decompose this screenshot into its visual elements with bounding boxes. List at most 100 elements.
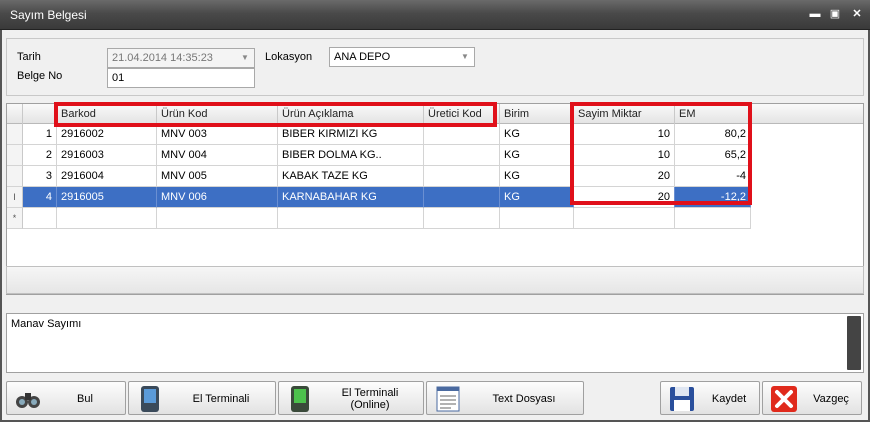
edit-row-indicator[interactable]: I	[7, 187, 23, 208]
close-icon[interactable]: ✕	[850, 7, 864, 21]
cell-aciklama[interactable]: KARNABAHAR KG	[278, 187, 424, 208]
col-barkod[interactable]: Barkod	[57, 104, 157, 124]
cell-aciklama[interactable]: BIBER KIRMIZI KG	[278, 124, 424, 145]
new-row-cell[interactable]	[675, 208, 751, 229]
terminal-label: El Terminali	[192, 393, 250, 405]
row-number: 4	[23, 187, 57, 208]
note-area[interactable]: Manav Sayımı	[6, 313, 864, 373]
row-indicator[interactable]	[7, 124, 23, 145]
cell-miktar-editing[interactable]: 20	[574, 187, 675, 208]
cell-em[interactable]: 80,2	[675, 124, 751, 145]
new-row-cell[interactable]	[23, 208, 57, 229]
cell-birim[interactable]: KG	[500, 124, 574, 145]
cell-barkod[interactable]: 2916002	[57, 124, 157, 145]
find-label: Bul	[77, 393, 93, 405]
cancel-button[interactable]: Vazgeç	[762, 381, 862, 415]
window-title: Sayım Belgesi	[10, 8, 87, 22]
cell-em[interactable]: -4	[675, 166, 751, 187]
location-value: ANA DEPO	[334, 51, 391, 63]
dropdown-arrow-icon[interactable]: ▼	[238, 51, 252, 65]
doc-no-field[interactable]: 01	[107, 68, 255, 88]
row-number: 1	[23, 124, 57, 145]
cancel-label: Vazgeç	[813, 393, 849, 405]
table-row[interactable]: 3 2916004 MNV 005 KABAK TAZE KG KG 20 -4	[7, 166, 751, 187]
cell-uretici[interactable]	[424, 145, 500, 166]
row-indicator[interactable]	[7, 166, 23, 187]
new-row-cell[interactable]	[278, 208, 424, 229]
cell-urun-kod[interactable]: MNV 005	[157, 166, 278, 187]
doc-no-value: 01	[112, 72, 125, 84]
new-row[interactable]: *	[7, 208, 751, 229]
location-label: Lokasyon	[265, 51, 313, 63]
col-sayim-miktar[interactable]: Sayim Miktar	[574, 104, 675, 124]
handheld-terminal-online-icon	[291, 386, 309, 412]
save-button[interactable]: Kaydet	[660, 381, 760, 415]
row-number: 2	[23, 145, 57, 166]
cell-em[interactable]: -12,2	[675, 187, 751, 208]
terminal-online-button[interactable]: El Terminali (Online)	[278, 381, 424, 415]
terminal-online-label-line1: El Terminali	[341, 387, 399, 399]
cell-barkod[interactable]: 2916004	[57, 166, 157, 187]
cell-em[interactable]: 65,2	[675, 145, 751, 166]
table-row[interactable]: 2 2916003 MNV 004 BIBER DOLMA KG.. KG 10…	[7, 145, 751, 166]
col-birim[interactable]: Birim	[500, 104, 574, 124]
new-row-cell[interactable]	[500, 208, 574, 229]
text-file-icon	[436, 386, 460, 412]
location-select[interactable]: ANA DEPO ▼	[329, 47, 475, 67]
title-bar: Sayım Belgesi ▬ ▣ ✕	[0, 0, 870, 30]
cell-birim[interactable]: KG	[500, 145, 574, 166]
cell-barkod[interactable]: 2916005	[57, 187, 157, 208]
cancel-x-icon	[771, 386, 797, 412]
new-row-cell[interactable]	[574, 208, 675, 229]
cell-urun-kod[interactable]: MNV 003	[157, 124, 278, 145]
text-file-button[interactable]: Text Dosyası	[426, 381, 584, 415]
save-label: Kaydet	[711, 393, 747, 405]
floppy-disk-icon	[670, 387, 694, 411]
cell-urun-kod[interactable]: MNV 004	[157, 145, 278, 166]
doc-no-label: Belge No	[17, 70, 63, 82]
cell-uretici[interactable]	[424, 124, 500, 145]
text-file-label: Text Dosyası	[492, 393, 556, 405]
new-row-cell[interactable]	[424, 208, 500, 229]
note-scrollbar[interactable]	[847, 316, 861, 370]
row-indicator[interactable]	[7, 145, 23, 166]
binoculars-icon	[16, 393, 40, 408]
terminal-online-label-line2: (Online)	[350, 399, 390, 411]
note-text: Manav Sayımı	[11, 318, 82, 330]
cell-barkod[interactable]: 2916003	[57, 145, 157, 166]
grid-header: Barkod Ürün Kod Ürün Açıklama Üretici Ko…	[7, 104, 863, 124]
row-number-header	[23, 104, 57, 124]
cell-uretici[interactable]	[424, 166, 500, 187]
col-uretici-kod[interactable]: Üretici Kod	[424, 104, 500, 124]
cell-birim[interactable]: KG	[500, 166, 574, 187]
table-row-selected[interactable]: I 4 2916005 MNV 006 KARNABAHAR KG KG 20 …	[7, 187, 751, 208]
row-indicator-header	[7, 104, 23, 124]
cell-aciklama[interactable]: BIBER DOLMA KG..	[278, 145, 424, 166]
new-row-cell[interactable]	[157, 208, 278, 229]
cell-uretici[interactable]	[424, 187, 500, 208]
terminal-button[interactable]: El Terminali	[128, 381, 276, 415]
cell-urun-kod[interactable]: MNV 006	[157, 187, 278, 208]
cell-miktar[interactable]: 10	[574, 145, 675, 166]
cell-miktar[interactable]: 10	[574, 124, 675, 145]
col-urun-kod[interactable]: Ürün Kod	[157, 104, 278, 124]
find-button[interactable]: Bul	[6, 381, 126, 415]
handheld-terminal-icon	[141, 386, 159, 412]
row-number: 3	[23, 166, 57, 187]
cell-aciklama[interactable]: KABAK TAZE KG	[278, 166, 424, 187]
new-row-cell[interactable]	[57, 208, 157, 229]
cell-birim[interactable]: KG	[500, 187, 574, 208]
date-field[interactable]: 21.04.2014 14:35:23 ▼	[107, 48, 255, 68]
cell-miktar[interactable]: 20	[574, 166, 675, 187]
col-em[interactable]: EM	[675, 104, 751, 124]
date-value: 21.04.2014 14:35:23	[112, 52, 213, 64]
header-panel: Tarih 21.04.2014 14:35:23 ▼ Belge No 01 …	[6, 38, 864, 96]
dropdown-arrow-icon[interactable]: ▼	[458, 50, 472, 64]
terminal-online-label: El Terminali (Online)	[315, 382, 425, 416]
minimize-icon[interactable]: ▬	[808, 7, 822, 21]
table-row[interactable]: 1 2916002 MNV 003 BIBER KIRMIZI KG KG 10…	[7, 124, 751, 145]
new-row-indicator[interactable]: *	[7, 208, 23, 229]
maximize-icon[interactable]: ▣	[828, 7, 842, 21]
grid-footer	[6, 266, 864, 294]
col-urun-aciklama[interactable]: Ürün Açıklama	[278, 104, 424, 124]
